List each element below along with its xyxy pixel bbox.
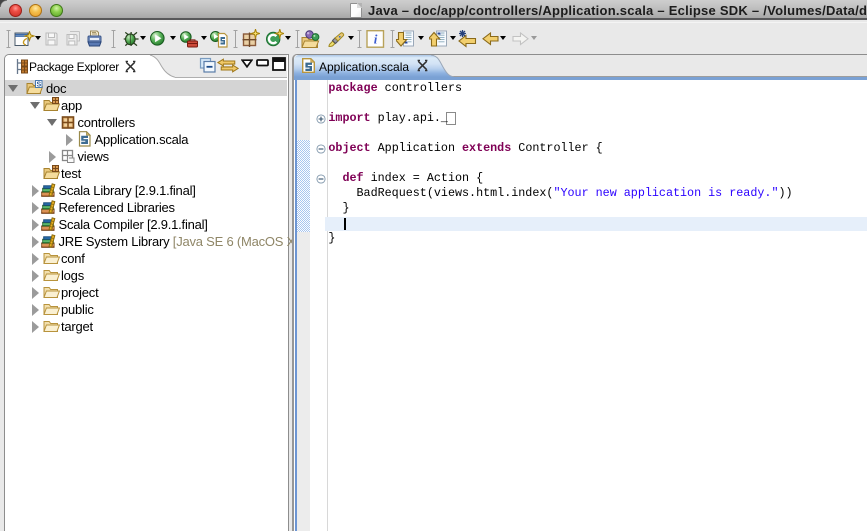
svg-text:S: S — [36, 82, 41, 89]
svg-text:i: i — [374, 32, 378, 47]
